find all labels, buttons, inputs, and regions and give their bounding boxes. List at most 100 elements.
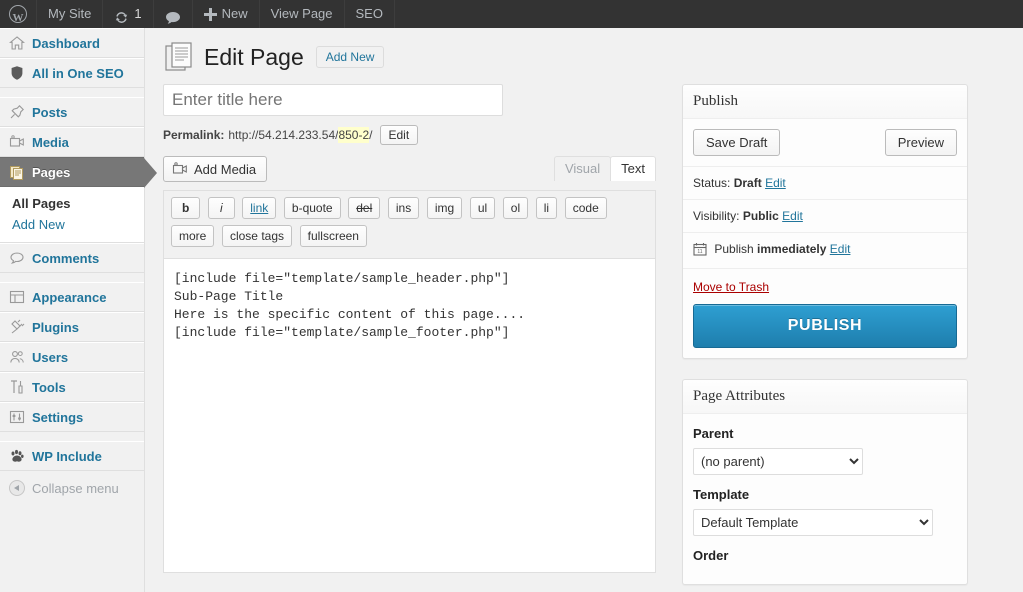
template-select-wrap: Default Template (693, 509, 957, 536)
quicktags-toolbar: b i link b-quote del ins img ul ol li co… (164, 191, 655, 259)
edit-page-icon (163, 40, 197, 74)
quicktag-link[interactable]: link (242, 197, 276, 219)
post-title-input[interactable] (163, 84, 503, 116)
sidebar-item-pages[interactable]: Pages (0, 157, 144, 187)
admin-bar-item-view-page[interactable]: View Page (260, 0, 345, 28)
sidebar-subitem-label: All Pages (12, 196, 71, 211)
sidebar-item-label: All in One SEO (32, 66, 124, 81)
media-camera-icon (9, 134, 25, 150)
publish-box-inner: Save Draft Preview Status: Draft Edit Vi… (683, 119, 967, 358)
tools-icon (9, 379, 25, 395)
sidebar-item-comments[interactable]: Comments (0, 243, 144, 273)
pushpin-icon (9, 104, 25, 120)
sidebar-item-posts[interactable]: Posts (0, 97, 144, 127)
sidebar-item-media[interactable]: Media (0, 127, 144, 157)
status-label: Status: (693, 176, 730, 190)
plug-icon (9, 319, 25, 335)
schedule-label: Publish (714, 242, 753, 256)
permalink-row: Permalink: http://54.214.233.54/850-2/ E… (163, 125, 656, 145)
order-label: Order (693, 548, 957, 563)
template-select[interactable]: Default Template (693, 509, 933, 536)
admin-bar-item-new[interactable]: New (193, 0, 260, 28)
quicktag-img[interactable]: img (427, 197, 462, 219)
page-attributes-title[interactable]: Page Attributes (683, 380, 967, 414)
preview-button[interactable]: Preview (885, 129, 957, 156)
permalink-trailing: / (369, 128, 372, 142)
collapse-menu-button[interactable]: Collapse menu (0, 473, 144, 503)
sidebar-subitem-all-pages[interactable]: All Pages (0, 193, 144, 214)
view-page-label: View Page (271, 0, 333, 28)
svg-text:11: 11 (697, 249, 702, 255)
appearance-icon (9, 289, 25, 305)
sidebar-item-settings[interactable]: Settings (0, 402, 144, 432)
status-edit-link[interactable]: Edit (765, 176, 786, 190)
major-publishing-actions: Move to Trash PUBLISH (683, 269, 967, 358)
sidebar-item-wp-include[interactable]: WP Include (0, 441, 144, 471)
quicktag-li[interactable]: li (536, 197, 557, 219)
admin-bar-item-updates[interactable]: 1 (103, 0, 153, 28)
tab-text[interactable]: Text (610, 156, 656, 181)
admin-bar-item-comments[interactable] (154, 0, 193, 28)
sidebar-item-all-in-one-seo[interactable]: All in One SEO (0, 58, 144, 88)
sidebar-item-label: Users (32, 350, 68, 365)
publish-button[interactable]: PUBLISH (693, 304, 957, 348)
admin-bar-spacer (395, 0, 1023, 28)
move-to-trash-link[interactable]: Move to Trash (693, 280, 769, 294)
admin-bar-item-seo[interactable]: SEO (345, 0, 395, 28)
save-draft-button[interactable]: Save Draft (693, 129, 780, 156)
sidebar-item-label: Plugins (32, 320, 79, 335)
template-label: Template (693, 487, 957, 502)
admin-bar-item-my-site[interactable]: My Site (37, 0, 103, 28)
admin-sidebar: Dashboard All in One SEO Posts Media Pag… (0, 28, 145, 592)
sidebar-metaboxes: Publish Save Draft Preview Status: Draft… (682, 84, 968, 592)
add-new-button[interactable]: Add New (316, 46, 385, 68)
permalink-base: http://54.214.233.54/ (228, 128, 338, 142)
quicktag-del[interactable]: del (348, 197, 380, 219)
publish-box-title[interactable]: Publish (683, 85, 967, 119)
quicktag-code[interactable]: code (565, 197, 607, 219)
schedule-edit-link[interactable]: Edit (830, 242, 851, 256)
quicktag-fullscreen[interactable]: fullscreen (300, 225, 367, 247)
add-media-button[interactable]: Add Media (163, 156, 267, 182)
pages-submenu: All Pages Add New (0, 187, 144, 243)
tab-visual[interactable]: Visual (554, 156, 611, 181)
sidebar-item-plugins[interactable]: Plugins (0, 312, 144, 342)
schedule-row: 11 Publish immediately Edit (683, 233, 967, 269)
new-label: New (222, 0, 248, 28)
visibility-row: Visibility: Public Edit (683, 200, 967, 233)
quicktag-ins[interactable]: ins (388, 197, 419, 219)
minor-publishing-actions: Save Draft Preview (683, 119, 967, 167)
visibility-label: Visibility: (693, 209, 739, 223)
parent-select[interactable]: (no parent) (693, 448, 863, 475)
sidebar-item-appearance[interactable]: Appearance (0, 282, 144, 312)
schedule-value: immediately (757, 242, 826, 256)
update-count: 1 (134, 0, 141, 28)
sidebar-item-tools[interactable]: Tools (0, 372, 144, 402)
dashboard-home-icon (9, 35, 25, 51)
editor-wrapper: Add Media Visual Text b i link b-quote d… (163, 156, 656, 573)
sidebar-item-label: Settings (32, 410, 83, 425)
editor-box: b i link b-quote del ins img ul ol li co… (163, 190, 656, 573)
page-title: Edit Page (204, 43, 304, 72)
sidebar-item-label: Media (32, 135, 69, 150)
quicktag-bold[interactable]: b (171, 197, 200, 219)
quicktag-ol[interactable]: ol (503, 197, 528, 219)
sidebar-item-dashboard[interactable]: Dashboard (0, 28, 144, 58)
plus-icon (204, 8, 217, 21)
sidebar-item-label: Tools (32, 380, 66, 395)
paw-icon (9, 448, 25, 464)
quicktag-more[interactable]: more (171, 225, 214, 247)
sidebar-item-label: Comments (32, 251, 99, 266)
sidebar-subitem-add-new[interactable]: Add New (0, 214, 144, 235)
collapse-arrow-icon (9, 480, 25, 496)
visibility-edit-link[interactable]: Edit (782, 209, 803, 223)
post-content-textarea[interactable] (164, 259, 655, 569)
quicktag-b-quote[interactable]: b-quote (284, 197, 341, 219)
wordpress-logo-menu[interactable] (0, 0, 37, 28)
admin-bar: My Site 1 New View Page SEO (0, 0, 1023, 28)
quicktag-close-tags[interactable]: close tags (222, 225, 292, 247)
quicktag-italic[interactable]: i (208, 197, 235, 219)
sidebar-item-users[interactable]: Users (0, 342, 144, 372)
permalink-edit-button[interactable]: Edit (380, 125, 419, 145)
quicktag-ul[interactable]: ul (470, 197, 495, 219)
